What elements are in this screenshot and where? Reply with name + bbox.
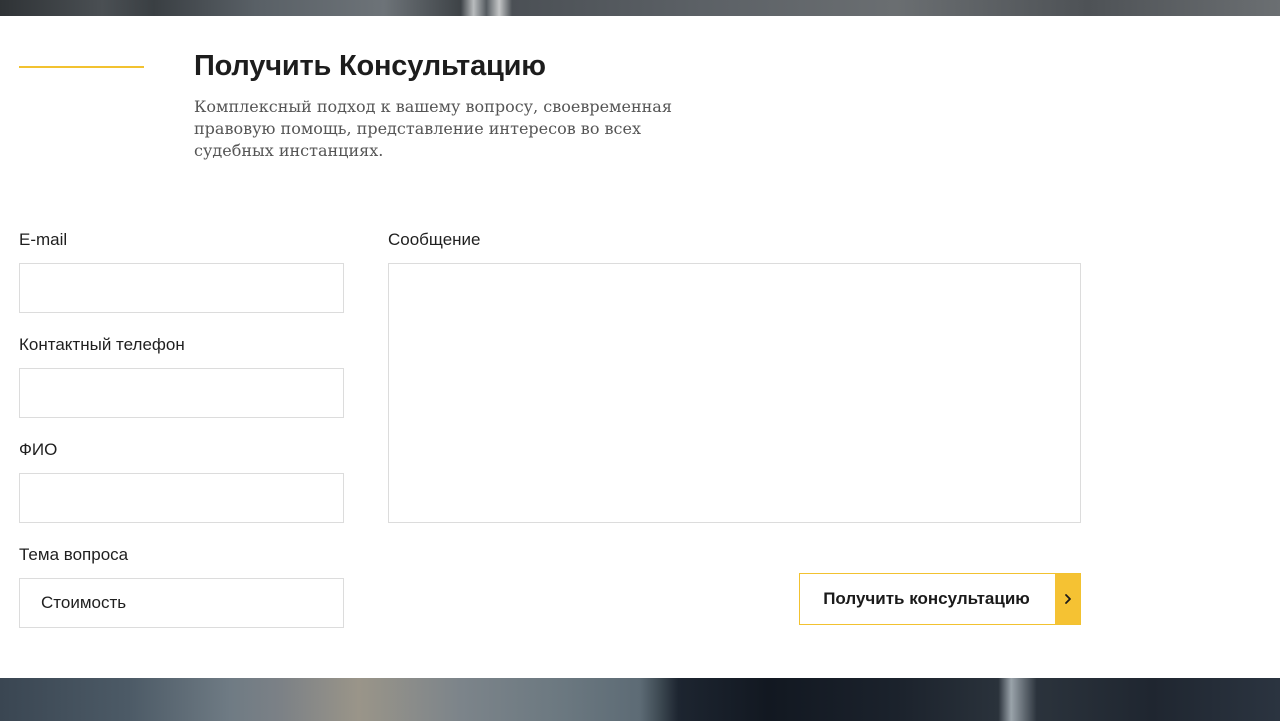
name-label: ФИО [19, 440, 58, 459]
submit-button[interactable]: Получить консультацию [799, 573, 1081, 625]
accent-line [19, 66, 144, 68]
topic-label: Тема вопроса [19, 545, 129, 564]
submit-button-label: Получить консультацию [823, 589, 1030, 608]
page-title: Получить Консультацию [194, 50, 546, 82]
topic-select[interactable]: Стоимость [19, 578, 344, 628]
topic-selected-value: Стоимость [41, 593, 127, 612]
chevron-right-icon [1055, 574, 1080, 624]
email-label: E-mail [19, 230, 68, 249]
name-field[interactable] [19, 473, 344, 523]
page-subtitle: Комплексный подход к вашему вопросу, сво… [194, 97, 672, 160]
email-field[interactable] [19, 263, 344, 313]
phone-label: Контактный телефон [19, 335, 185, 354]
top-background-image [0, 0, 1280, 16]
phone-field[interactable] [19, 368, 344, 418]
message-field[interactable] [388, 263, 1081, 523]
bottom-background-image [0, 678, 1280, 721]
message-label: Сообщение [388, 230, 481, 249]
